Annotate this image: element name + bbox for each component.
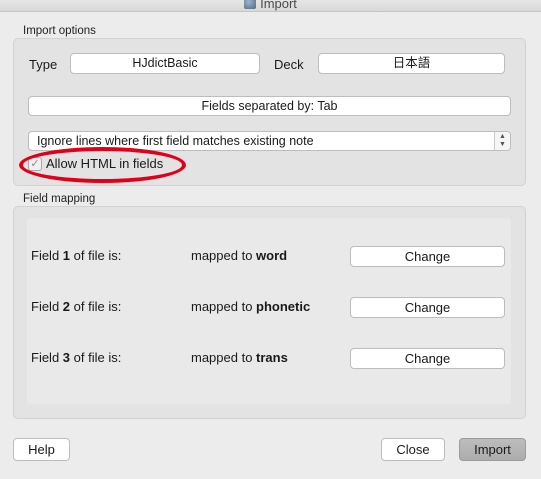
change-field-2-button[interactable]: Change [350,297,505,318]
field-mapping-title: Field mapping [23,193,96,205]
type-button[interactable]: HJdictBasic [70,53,260,74]
field-2-mapping: mapped to phonetic [191,299,311,314]
field-3-label: Field 3 of file is: [31,350,122,365]
select-arrows-icon: ▲ ▼ [494,132,510,150]
close-button[interactable]: Close [381,438,445,461]
import-options-title: Import options [23,25,96,37]
window-title: Import [0,0,541,11]
field-3-mapping: mapped to trans [191,350,288,365]
window-titlebar: Import [0,0,541,12]
red-highlight-ellipse [19,147,186,183]
change-field-3-button[interactable]: Change [350,348,505,369]
import-button[interactable]: Import [459,438,526,461]
field-1-mapping: mapped to word [191,248,288,263]
anki-app-icon [244,0,257,9]
deck-label: Deck [274,57,304,72]
change-field-1-button[interactable]: Change [350,246,505,267]
duplicate-handling-value: Ignore lines where first field matches e… [37,134,314,148]
type-label: Type [29,57,58,72]
field-1-label: Field 1 of file is: [31,248,122,263]
separator-button[interactable]: Fields separated by: Tab [28,96,511,116]
help-button[interactable]: Help [13,438,70,461]
field-2-label: Field 2 of file is: [31,299,122,314]
deck-button[interactable]: 日本語 [318,53,505,74]
